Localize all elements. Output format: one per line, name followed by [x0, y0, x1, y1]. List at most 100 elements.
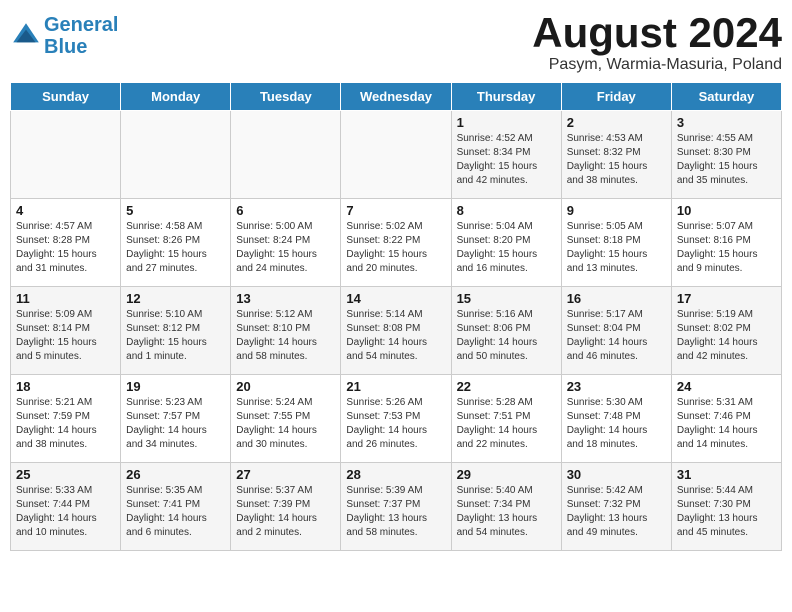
- logo: General Blue: [10, 14, 118, 58]
- calendar-cell: [11, 111, 121, 199]
- calendar-cell: 23 Sunrise: 5:30 AM Sunset: 7:48 PM Dayli…: [561, 375, 671, 463]
- calendar-cell: 29Sunrise: 5:40 AM Sunset: 7:34 PM Dayli…: [451, 463, 561, 551]
- day-number: 28: [346, 467, 445, 482]
- calendar-cell: 3Sunrise: 4:55 AM Sunset: 8:30 PM Daylig…: [671, 111, 781, 199]
- calendar-cell: 15 Sunrise: 5:16 AM Sunset: 8:06 PM Dayli…: [451, 287, 561, 375]
- day-number: 31: [677, 467, 776, 482]
- weekday-header: Sunday: [11, 83, 121, 111]
- day-number: 27: [236, 467, 335, 482]
- calendar-cell: 30 Sunrise: 5:42 AM Sunset: 7:32 PM Dayli…: [561, 463, 671, 551]
- calendar-cell: 26Sunrise: 5:35 AM Sunset: 7:41 PM Dayli…: [121, 463, 231, 551]
- weekday-header: Wednesday: [341, 83, 451, 111]
- day-number: 17: [677, 291, 776, 306]
- calendar-cell: 2 Sunrise: 4:53 AM Sunset: 8:32 PM Daylig…: [561, 111, 671, 199]
- weekday-header: Thursday: [451, 83, 561, 111]
- day-number: 21: [346, 379, 445, 394]
- day-info: Sunrise: 5:37 AM Sunset: 7:39 PM Dayligh…: [236, 484, 335, 540]
- day-number: 6: [236, 203, 335, 218]
- calendar-week-row: 1Sunrise: 4:52 AM Sunset: 8:34 PM Daylig…: [11, 111, 782, 199]
- calendar-week-row: 11 Sunrise: 5:09 AM Sunset: 8:14 PM Dayli…: [11, 287, 782, 375]
- calendar-cell: 13 Sunrise: 5:12 AM Sunset: 8:10 PM Dayli…: [231, 287, 341, 375]
- calendar-cell: 14 Sunrise: 5:14 AM Sunset: 8:08 PM Dayli…: [341, 287, 451, 375]
- calendar-body: 1Sunrise: 4:52 AM Sunset: 8:34 PM Daylig…: [11, 111, 782, 551]
- weekday-header: Monday: [121, 83, 231, 111]
- calendar-cell: 10 Sunrise: 5:07 AM Sunset: 8:16 PM Dayli…: [671, 199, 781, 287]
- day-number: 20: [236, 379, 335, 394]
- day-info: Sunrise: 5:28 AM Sunset: 7:51 PM Dayligh…: [457, 396, 556, 452]
- day-info: Sunrise: 5:14 AM Sunset: 8:08 PM Dayligh…: [346, 308, 445, 364]
- calendar-cell: 16 Sunrise: 5:17 AM Sunset: 8:04 PM Dayli…: [561, 287, 671, 375]
- day-number: 8: [457, 203, 556, 218]
- day-info: Sunrise: 5:31 AM Sunset: 7:46 PM Dayligh…: [677, 396, 776, 452]
- calendar-cell: 17 Sunrise: 5:19 AM Sunset: 8:02 PM Dayli…: [671, 287, 781, 375]
- day-info: Sunrise: 5:26 AM Sunset: 7:53 PM Dayligh…: [346, 396, 445, 452]
- day-info: Sunrise: 5:19 AM Sunset: 8:02 PM Dayligh…: [677, 308, 776, 364]
- day-info: Sunrise: 5:00 AM Sunset: 8:24 PM Dayligh…: [236, 220, 335, 276]
- logo-text: General Blue: [44, 14, 118, 58]
- day-info: Sunrise: 5:12 AM Sunset: 8:10 PM Dayligh…: [236, 308, 335, 364]
- day-info: Sunrise: 5:23 AM Sunset: 7:57 PM Dayligh…: [126, 396, 225, 452]
- weekday-header: Tuesday: [231, 83, 341, 111]
- day-info: Sunrise: 5:42 AM Sunset: 7:32 PM Dayligh…: [567, 484, 666, 540]
- calendar-cell: 27 Sunrise: 5:37 AM Sunset: 7:39 PM Dayli…: [231, 463, 341, 551]
- calendar-cell: 8 Sunrise: 5:04 AM Sunset: 8:20 PM Daylig…: [451, 199, 561, 287]
- calendar-cell: 11 Sunrise: 5:09 AM Sunset: 8:14 PM Dayli…: [11, 287, 121, 375]
- day-info: Sunrise: 4:58 AM Sunset: 8:26 PM Dayligh…: [126, 220, 225, 276]
- day-number: 19: [126, 379, 225, 394]
- calendar-week-row: 25Sunrise: 5:33 AM Sunset: 7:44 PM Dayli…: [11, 463, 782, 551]
- day-number: 29: [457, 467, 556, 482]
- day-info: Sunrise: 5:17 AM Sunset: 8:04 PM Dayligh…: [567, 308, 666, 364]
- day-info: Sunrise: 5:30 AM Sunset: 7:48 PM Dayligh…: [567, 396, 666, 452]
- day-info: Sunrise: 5:09 AM Sunset: 8:14 PM Dayligh…: [16, 308, 115, 364]
- location-subtitle: Pasym, Warmia-Masuria, Poland: [532, 56, 782, 74]
- calendar-cell: 20 Sunrise: 5:24 AM Sunset: 7:55 PM Dayli…: [231, 375, 341, 463]
- day-number: 11: [16, 291, 115, 306]
- day-info: Sunrise: 5:05 AM Sunset: 8:18 PM Dayligh…: [567, 220, 666, 276]
- day-info: Sunrise: 5:04 AM Sunset: 8:20 PM Dayligh…: [457, 220, 556, 276]
- day-info: Sunrise: 5:44 AM Sunset: 7:30 PM Dayligh…: [677, 484, 776, 540]
- calendar-cell: 6 Sunrise: 5:00 AM Sunset: 8:24 PM Daylig…: [231, 199, 341, 287]
- calendar-cell: 4Sunrise: 4:57 AM Sunset: 8:28 PM Daylig…: [11, 199, 121, 287]
- day-number: 7: [346, 203, 445, 218]
- weekday-row: SundayMondayTuesdayWednesdayThursdayFrid…: [11, 83, 782, 111]
- calendar-cell: 22 Sunrise: 5:28 AM Sunset: 7:51 PM Dayli…: [451, 375, 561, 463]
- day-info: Sunrise: 5:24 AM Sunset: 7:55 PM Dayligh…: [236, 396, 335, 452]
- day-number: 13: [236, 291, 335, 306]
- calendar-cell: 19 Sunrise: 5:23 AM Sunset: 7:57 PM Dayli…: [121, 375, 231, 463]
- day-number: 9: [567, 203, 666, 218]
- day-number: 15: [457, 291, 556, 306]
- day-number: 10: [677, 203, 776, 218]
- day-number: 22: [457, 379, 556, 394]
- calendar-cell: 7Sunrise: 5:02 AM Sunset: 8:22 PM Daylig…: [341, 199, 451, 287]
- day-info: Sunrise: 5:07 AM Sunset: 8:16 PM Dayligh…: [677, 220, 776, 276]
- calendar-cell: 31 Sunrise: 5:44 AM Sunset: 7:30 PM Dayli…: [671, 463, 781, 551]
- day-info: Sunrise: 5:39 AM Sunset: 7:37 PM Dayligh…: [346, 484, 445, 540]
- calendar-cell: 25Sunrise: 5:33 AM Sunset: 7:44 PM Dayli…: [11, 463, 121, 551]
- day-info: Sunrise: 5:21 AM Sunset: 7:59 PM Dayligh…: [16, 396, 115, 452]
- day-number: 14: [346, 291, 445, 306]
- calendar-week-row: 4Sunrise: 4:57 AM Sunset: 8:28 PM Daylig…: [11, 199, 782, 287]
- calendar-cell: [121, 111, 231, 199]
- calendar-table: SundayMondayTuesdayWednesdayThursdayFrid…: [10, 82, 782, 551]
- calendar-cell: 18Sunrise: 5:21 AM Sunset: 7:59 PM Dayli…: [11, 375, 121, 463]
- calendar-header: SundayMondayTuesdayWednesdayThursdayFrid…: [11, 83, 782, 111]
- day-number: 2: [567, 115, 666, 130]
- day-number: 4: [16, 203, 115, 218]
- calendar-cell: 24 Sunrise: 5:31 AM Sunset: 7:46 PM Dayli…: [671, 375, 781, 463]
- calendar-week-row: 18Sunrise: 5:21 AM Sunset: 7:59 PM Dayli…: [11, 375, 782, 463]
- calendar-cell: 21 Sunrise: 5:26 AM Sunset: 7:53 PM Dayli…: [341, 375, 451, 463]
- calendar-cell: [341, 111, 451, 199]
- calendar-cell: 9 Sunrise: 5:05 AM Sunset: 8:18 PM Daylig…: [561, 199, 671, 287]
- day-number: 30: [567, 467, 666, 482]
- day-number: 16: [567, 291, 666, 306]
- day-number: 23: [567, 379, 666, 394]
- day-number: 24: [677, 379, 776, 394]
- day-number: 25: [16, 467, 115, 482]
- day-number: 3: [677, 115, 776, 130]
- page-header: General Blue August 2024 Pasym, Warmia-M…: [10, 10, 782, 74]
- day-info: Sunrise: 4:53 AM Sunset: 8:32 PM Dayligh…: [567, 132, 666, 188]
- day-info: Sunrise: 5:16 AM Sunset: 8:06 PM Dayligh…: [457, 308, 556, 364]
- day-info: Sunrise: 4:52 AM Sunset: 8:34 PM Dayligh…: [457, 132, 556, 188]
- calendar-cell: 12Sunrise: 5:10 AM Sunset: 8:12 PM Dayli…: [121, 287, 231, 375]
- day-info: Sunrise: 5:10 AM Sunset: 8:12 PM Dayligh…: [126, 308, 225, 364]
